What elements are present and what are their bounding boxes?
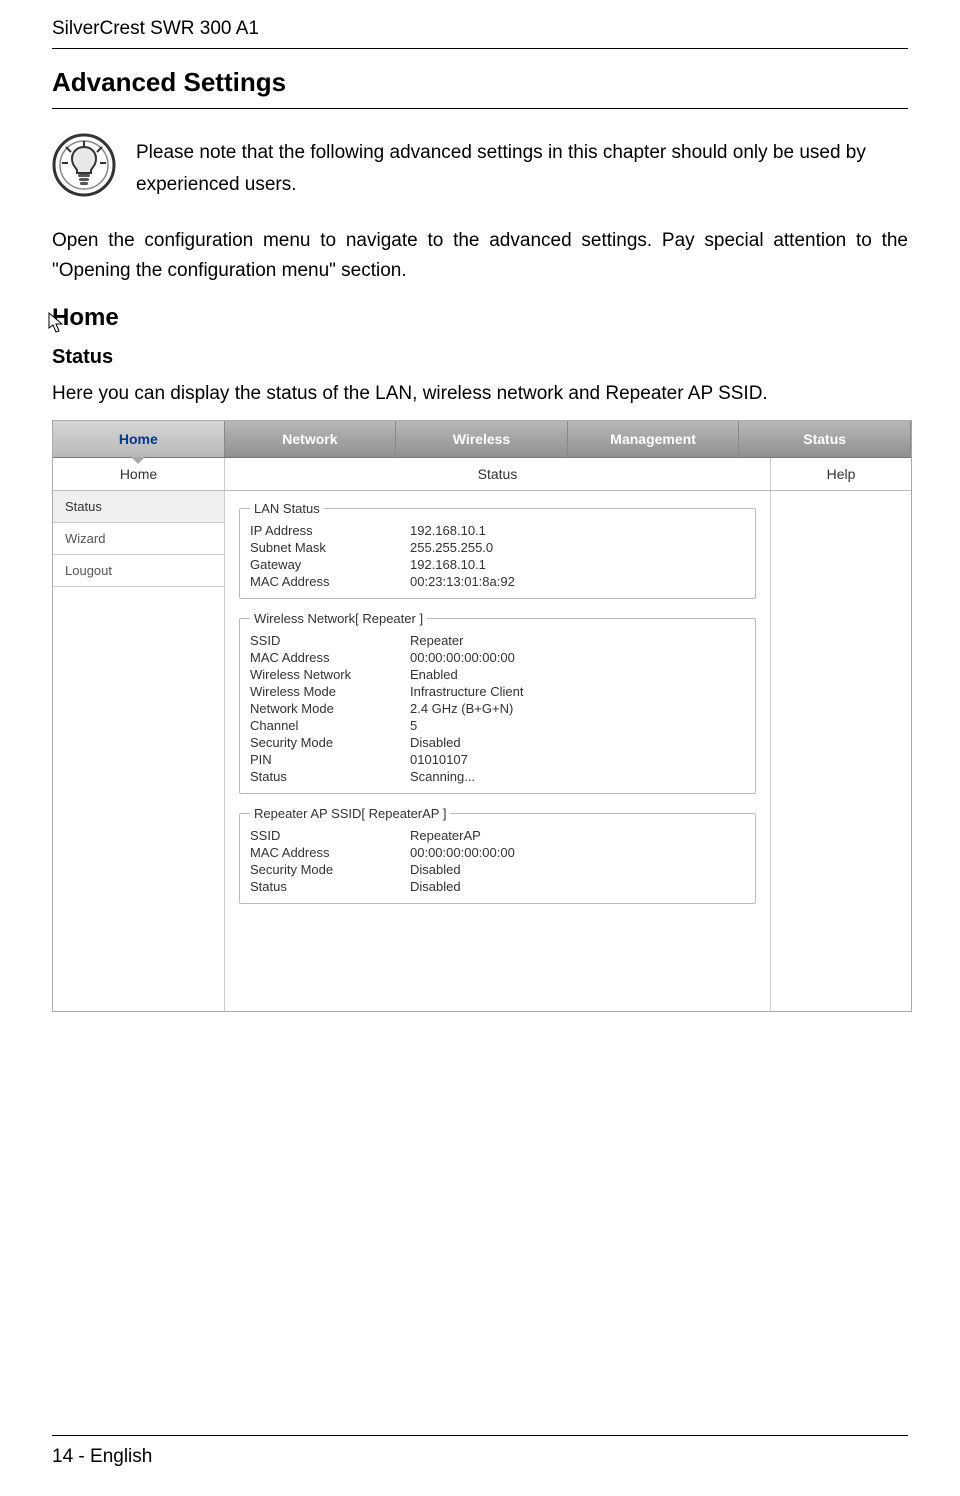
status-value: 01010107 (410, 752, 745, 767)
group-legend: Repeater AP SSID[ RepeaterAP ] (250, 806, 450, 821)
status-row: SSIDRepeaterAP (250, 827, 745, 844)
status-value: Disabled (410, 735, 745, 750)
group-legend: Wireless Network[ Repeater ] (250, 611, 427, 626)
router-ui-screenshot: HomeNetworkWirelessManagementStatus Home… (52, 420, 912, 1012)
status-key: Channel (250, 718, 410, 733)
status-key: Subnet Mask (250, 540, 410, 555)
status-key: Gateway (250, 557, 410, 572)
status-value: Scanning... (410, 769, 745, 784)
status-row: MAC Address00:23:13:01:8a:92 (250, 573, 745, 590)
status-key: Wireless Network (250, 667, 410, 682)
status-group: Repeater AP SSID[ RepeaterAP ] SSIDRepeat… (239, 806, 756, 904)
status-value: Disabled (410, 862, 745, 877)
status-row: PIN01010107 (250, 751, 745, 768)
status-value: 2.4 GHz (B+G+N) (410, 701, 745, 716)
status-value: 00:23:13:01:8a:92 (410, 574, 745, 589)
status-key: Security Mode (250, 862, 410, 877)
status-key: Wireless Mode (250, 684, 410, 699)
cursor-pointer-icon (48, 312, 66, 334)
status-value: 192.168.10.1 (410, 523, 745, 538)
subsubsection-status: Status (52, 346, 908, 369)
sidebar-item-wizard[interactable]: Wizard (53, 523, 224, 555)
status-value: 5 (410, 718, 745, 733)
status-key: Status (250, 769, 410, 784)
status-pane: LAN StatusIP Address192.168.10.1Subnet M… (225, 491, 771, 1011)
section-title: Advanced Settings (52, 67, 908, 109)
group-legend: LAN Status (250, 501, 324, 516)
status-row: StatusDisabled (250, 878, 745, 895)
tab-status[interactable]: Status (739, 421, 911, 457)
status-key: MAC Address (250, 845, 410, 860)
status-key: Security Mode (250, 735, 410, 750)
status-key: PIN (250, 752, 410, 767)
status-row: SSIDRepeater (250, 632, 745, 649)
status-value: 255.255.255.0 (410, 540, 745, 555)
tab-network[interactable]: Network (225, 421, 397, 457)
status-row: Wireless NetworkEnabled (250, 666, 745, 683)
subsection-home: Home (52, 304, 908, 332)
status-value: 192.168.10.1 (410, 557, 745, 572)
tab-wireless[interactable]: Wireless (396, 421, 568, 457)
status-value: 00:00:00:00:00:00 (410, 650, 745, 665)
status-row: StatusScanning... (250, 768, 745, 785)
status-row: Network Mode2.4 GHz (B+G+N) (250, 700, 745, 717)
status-row: IP Address192.168.10.1 (250, 522, 745, 539)
status-key: MAC Address (250, 650, 410, 665)
status-key: Status (250, 879, 410, 894)
sidebar-item-status[interactable]: Status (53, 491, 224, 523)
status-value: Repeater (410, 633, 745, 648)
status-key: SSID (250, 828, 410, 843)
status-value: Enabled (410, 667, 745, 682)
status-row: Subnet Mask255.255.255.0 (250, 539, 745, 556)
sidebar-item-lougout[interactable]: Lougout (53, 555, 224, 587)
status-row: Security ModeDisabled (250, 734, 745, 751)
status-group: LAN StatusIP Address192.168.10.1Subnet M… (239, 501, 756, 599)
status-value: Infrastructure Client (410, 684, 745, 699)
status-row: MAC Address00:00:00:00:00:00 (250, 844, 745, 861)
page-footer: 14 - English (52, 1435, 908, 1468)
status-key: MAC Address (250, 574, 410, 589)
sidebar: StatusWizardLougout (53, 491, 225, 1011)
status-description: Here you can display the status of the L… (52, 379, 908, 409)
subhead-right: Help (771, 458, 911, 490)
status-key: Network Mode (250, 701, 410, 716)
status-row: Wireless ModeInfrastructure Client (250, 683, 745, 700)
intro-paragraph: Open the configuration menu to navigate … (52, 226, 908, 287)
main-tabbar: HomeNetworkWirelessManagementStatus (53, 421, 911, 458)
content-row: StatusWizardLougout LAN StatusIP Address… (53, 491, 911, 1011)
status-value: 00:00:00:00:00:00 (410, 845, 745, 860)
status-row: Gateway192.168.10.1 (250, 556, 745, 573)
help-pane (771, 491, 911, 1011)
document-product-header: SilverCrest SWR 300 A1 (52, 18, 908, 49)
tab-home[interactable]: Home (53, 421, 225, 457)
note-text: Please note that the following advanced … (136, 133, 908, 202)
status-group: Wireless Network[ Repeater ] SSIDRepeater… (239, 611, 756, 794)
lightbulb-idea-icon (52, 133, 116, 197)
subhead-mid: Status (225, 458, 771, 490)
sub-header-row: Home Status Help (53, 458, 911, 491)
status-key: SSID (250, 633, 410, 648)
status-row: MAC Address00:00:00:00:00:00 (250, 649, 745, 666)
status-value: RepeaterAP (410, 828, 745, 843)
status-row: Channel5 (250, 717, 745, 734)
tab-management[interactable]: Management (568, 421, 740, 457)
note-block: Please note that the following advanced … (52, 133, 908, 202)
status-key: IP Address (250, 523, 410, 538)
status-row: Security ModeDisabled (250, 861, 745, 878)
status-value: Disabled (410, 879, 745, 894)
